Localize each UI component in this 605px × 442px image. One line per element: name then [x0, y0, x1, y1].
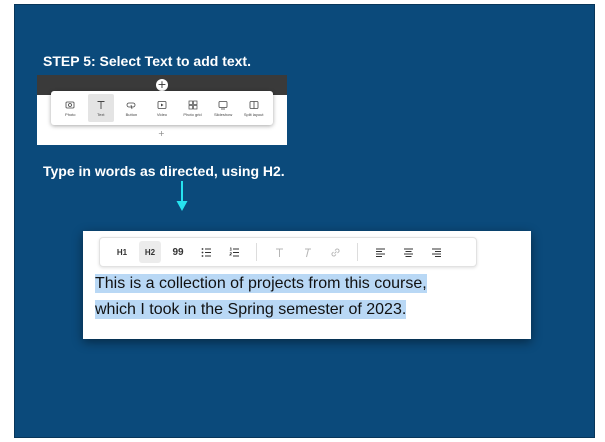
- bullet-list-button[interactable]: [195, 241, 217, 263]
- block-option-slideshow[interactable]: Slideshow: [210, 94, 236, 122]
- block-option-text[interactable]: Text: [87, 94, 114, 122]
- heading2-button[interactable]: H2: [139, 241, 161, 263]
- align-right-icon: [431, 248, 441, 257]
- align-center-icon: [403, 248, 413, 257]
- step-title: STEP 5: Select Text to add text.: [43, 53, 251, 69]
- button-icon: [127, 102, 136, 109]
- block-option-label: Text: [97, 111, 105, 117]
- toolbar-divider: [256, 243, 257, 261]
- text-editor-screenshot: H1 H2 99 This is a collection of project…: [83, 231, 531, 339]
- block-option-split-layout[interactable]: Split layout: [241, 94, 267, 122]
- slideshow-icon: [218, 100, 228, 109]
- block-option-label: Video: [156, 111, 168, 117]
- link-icon: [331, 248, 339, 256]
- split-layout-icon: [249, 100, 259, 109]
- editor-text-content[interactable]: This is a collection of projects from th…: [95, 271, 510, 323]
- bullet-list-icon: [201, 247, 211, 257]
- toolbar-divider: [357, 243, 358, 261]
- slide: STEP 5: Select Text to add text. + Photo…: [14, 4, 595, 438]
- align-right-button[interactable]: [425, 241, 447, 263]
- text-size-icon: [275, 248, 283, 257]
- formatting-toolbar: H1 H2 99: [99, 237, 477, 267]
- video-icon: [157, 100, 167, 109]
- block-option-video[interactable]: Video: [149, 94, 175, 122]
- align-center-button[interactable]: [397, 241, 419, 263]
- block-option-label: Button: [125, 111, 138, 117]
- selected-text-line[interactable]: which I took in the Spring semester of 2…: [95, 300, 407, 319]
- block-option-photo-grid[interactable]: Photo grid: [180, 94, 206, 122]
- block-option-photo[interactable]: Photo: [57, 94, 83, 122]
- italic-icon: [304, 248, 311, 257]
- block-option-label: Photo: [65, 111, 76, 117]
- down-arrow-icon: [176, 181, 188, 211]
- photo-icon: [65, 101, 75, 108]
- text-icon: [97, 100, 105, 109]
- block-picker-screenshot: + Photo Text Button Video Photo grid Sli…: [37, 75, 287, 145]
- add-block-plus-icon[interactable]: +: [156, 79, 168, 91]
- quote-button[interactable]: 99: [167, 241, 189, 263]
- block-option-label: Split layout: [243, 111, 264, 117]
- block-option-label: Photo grid: [183, 111, 202, 117]
- add-block-below-icon[interactable]: +: [158, 129, 165, 138]
- align-left-button[interactable]: [369, 241, 391, 263]
- numbered-list-button[interactable]: [223, 241, 245, 263]
- photo-grid-icon: [188, 100, 197, 109]
- block-option-label: Slideshow: [213, 111, 233, 117]
- block-option-button[interactable]: Button: [118, 94, 144, 122]
- step-instruction: Type in words as directed, using H2.: [43, 163, 285, 179]
- heading1-button[interactable]: H1: [111, 241, 133, 263]
- block-options-card: Photo Text Button Video Photo grid Slide…: [51, 91, 273, 125]
- selected-text-line[interactable]: This is a collection of projects from th…: [95, 274, 427, 293]
- link-button[interactable]: [324, 241, 346, 263]
- italic-button[interactable]: [296, 241, 318, 263]
- numbered-list-icon: [228, 247, 239, 256]
- text-size-button[interactable]: [268, 241, 290, 263]
- align-left-icon: [375, 248, 385, 257]
